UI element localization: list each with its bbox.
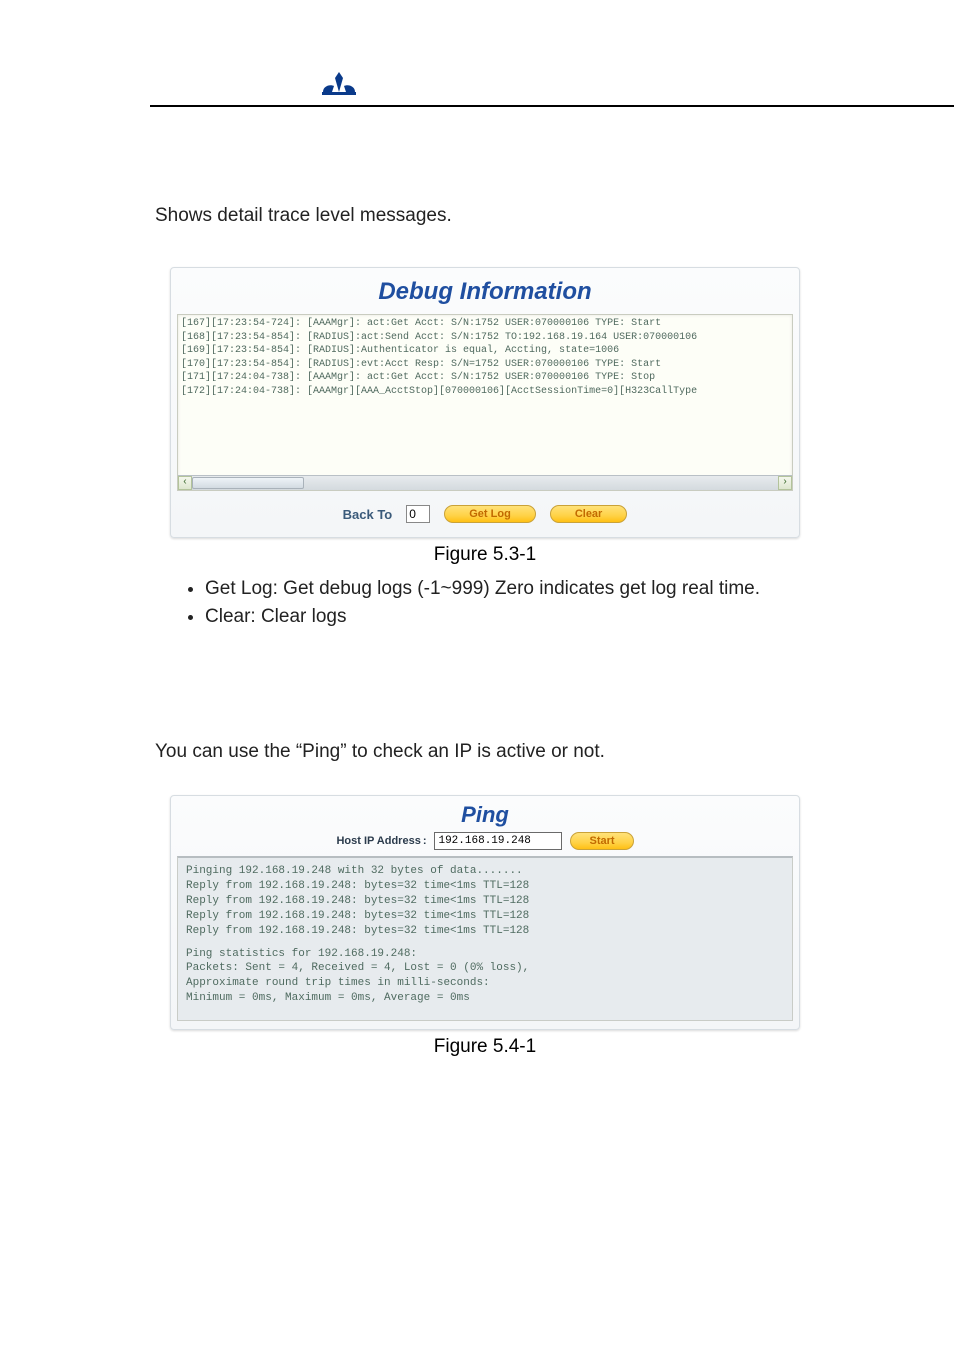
scroll-left-icon[interactable]: ‹ [178, 476, 192, 490]
host-ip-label: Host IP Address: [336, 835, 426, 847]
ping-output-line: Reply from 192.168.19.248: bytes=32 time… [186, 894, 784, 909]
brand-logo [320, 70, 358, 100]
ping-panel: Ping Host IP Address: Start Pinging 192.… [170, 795, 800, 1030]
debug-log-textarea[interactable]: [167][17:23:54-724]: [AAAMgr]: act:Get A… [177, 314, 793, 491]
start-button[interactable]: Start [570, 832, 633, 850]
ping-output-line: Reply from 192.168.19.248: bytes=32 time… [186, 924, 784, 939]
spacer [155, 631, 815, 741]
debug-log-text: [167][17:23:54-724]: [AAAMgr]: act:Get A… [178, 315, 792, 400]
ping-output-line: Ping statistics for 192.168.19.248: [186, 947, 784, 962]
host-ip-label-text: Host IP Address [336, 835, 420, 847]
log-line: [172][17:24:04-738]: [AAAMgr][AAA_AcctSt… [181, 385, 788, 399]
ping-output-line: Pinging 192.168.19.248 with 32 bytes of … [186, 864, 784, 879]
scrollbar-track[interactable] [192, 476, 778, 490]
horizontal-rule [150, 105, 954, 107]
logo-icon [320, 70, 358, 100]
host-ip-input[interactable] [434, 832, 562, 850]
debug-figure: Debug Information [167][17:23:54-724]: [… [170, 267, 800, 566]
intro-text-1: Shows detail trace level messages. [155, 205, 815, 227]
debug-controls: Back To Get Log Clear [171, 491, 799, 537]
ping-form: Host IP Address: Start [171, 830, 799, 856]
backto-input[interactable] [406, 505, 430, 523]
bullet-item: Get Log: Get debug logs (-1~999) Zero in… [205, 576, 815, 602]
ping-panel-title: Ping [171, 796, 799, 830]
intro-text-2: You can use the “Ping” to check an IP is… [155, 741, 815, 763]
clear-button[interactable]: Clear [550, 505, 628, 523]
debug-panel: Debug Information [167][17:23:54-724]: [… [170, 267, 800, 538]
backto-label: Back To [343, 507, 393, 522]
ping-figure: Ping Host IP Address: Start Pinging 192.… [170, 795, 800, 1058]
log-line: [171][17:24:04-738]: [AAAMgr]: act:Get A… [181, 371, 788, 385]
content: Shows detail trace level messages. Debug… [155, 205, 815, 1058]
debug-panel-title: Debug Information [171, 268, 799, 314]
figure-caption-1: Figure 5.3-1 [170, 544, 800, 566]
getlog-button[interactable]: Get Log [444, 505, 536, 523]
page: Shows detail trace level messages. Debug… [0, 0, 954, 1350]
scrollbar-thumb[interactable] [192, 477, 304, 489]
ping-output-line: Reply from 192.168.19.248: bytes=32 time… [186, 879, 784, 894]
ping-output-line: Approximate round trip times in milli-se… [186, 976, 784, 991]
log-line: [169][17:23:54-854]: [RADIUS]:Authentica… [181, 344, 788, 358]
ping-output-line: Packets: Sent = 4, Received = 4, Lost = … [186, 961, 784, 976]
scroll-right-icon[interactable]: › [778, 476, 792, 490]
log-line: [170][17:23:54-854]: [RADIUS]:evt:Acct R… [181, 358, 788, 372]
feature-bullets: Get Log: Get debug logs (-1~999) Zero in… [155, 576, 815, 629]
ping-output: Pinging 192.168.19.248 with 32 bytes of … [177, 856, 793, 1021]
log-line: [167][17:23:54-724]: [AAAMgr]: act:Get A… [181, 317, 788, 331]
ping-output-line: Minimum = 0ms, Maximum = 0ms, Average = … [186, 991, 784, 1006]
figure-caption-2: Figure 5.4-1 [170, 1036, 800, 1058]
horizontal-scrollbar[interactable]: ‹ › [178, 475, 792, 490]
log-line: [168][17:23:54-854]: [RADIUS]:act:Send A… [181, 331, 788, 345]
ping-output-line: Reply from 192.168.19.248: bytes=32 time… [186, 909, 784, 924]
bullet-item: Clear: Clear logs [205, 604, 815, 630]
